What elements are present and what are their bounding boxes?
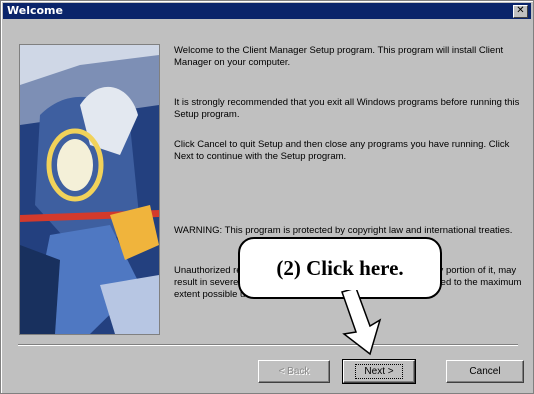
pointer-arrow-icon [341, 290, 382, 356]
close-icon[interactable]: ✕ [513, 5, 528, 18]
next-button-label: Next > [355, 364, 403, 379]
back-button-label: < Back [278, 366, 310, 377]
next-button[interactable]: Next > [342, 359, 416, 384]
window-title: Welcome [7, 4, 63, 17]
exit-programs-paragraph: It is strongly recommended that you exit… [174, 97, 520, 120]
title-bar[interactable]: Welcome ✕ [3, 3, 531, 19]
cancel-button[interactable]: Cancel [446, 360, 524, 383]
instructions-paragraph: Click Cancel to quit Setup and then clos… [174, 139, 510, 162]
back-button[interactable]: < Back [258, 360, 330, 383]
setup-artwork-image [19, 44, 160, 335]
setup-welcome-dialog: Welcome ✕ Welcome to the Client Manager … [0, 0, 534, 394]
welcome-paragraph: Welcome to the Client Manager Setup prog… [174, 45, 504, 68]
cancel-button-label: Cancel [469, 366, 501, 377]
warning-paragraph: WARNING: This program is protected by co… [174, 225, 513, 236]
callout-text: (2) Click here. [276, 256, 404, 280]
separator [18, 344, 518, 346]
